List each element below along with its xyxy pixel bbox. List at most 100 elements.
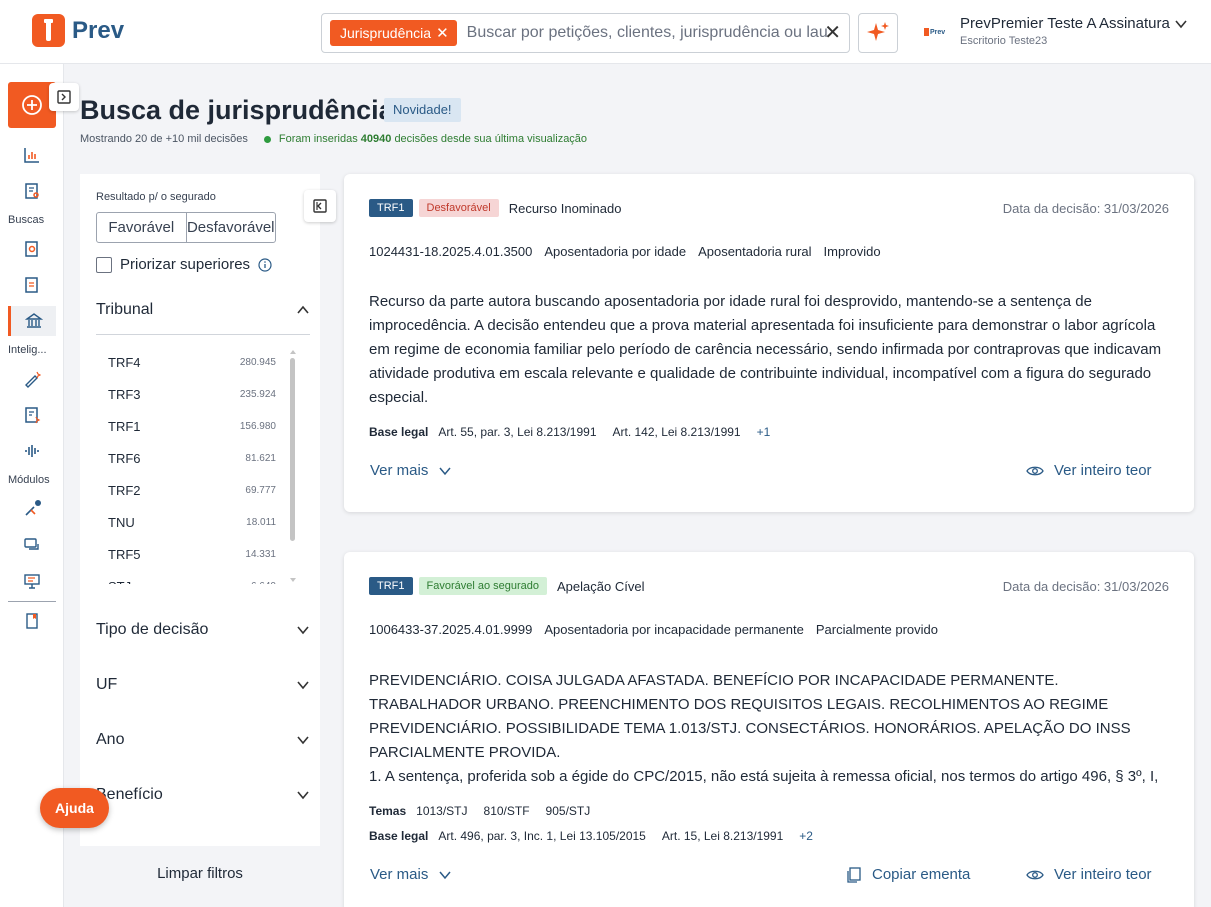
dashboard-icon[interactable] xyxy=(8,140,56,170)
chevron-down-icon xyxy=(297,791,309,800)
showing-count: Mostrando 20 de +10 mil decisões xyxy=(80,133,248,145)
checklist-doc-icon[interactable] xyxy=(8,270,56,300)
chevron-down-icon xyxy=(297,681,309,690)
remove-scope-icon[interactable]: ✕ xyxy=(436,24,449,42)
tribunal-option[interactable]: TRF4 280.945 xyxy=(108,346,276,378)
book-icon[interactable] xyxy=(8,606,56,636)
meta-tag: Aposentadoria por incapacidade permanent… xyxy=(544,622,804,637)
priorizar-superiores[interactable]: Priorizar superiores xyxy=(96,256,272,273)
jurisprudence-bank-icon[interactable] xyxy=(8,306,56,336)
legal-ref: Art. 496, par. 3, Inc. 1, Lei 13.105/201… xyxy=(438,829,646,843)
chevron-down-icon xyxy=(439,871,451,879)
ver-inteiro-teor-button[interactable]: Ver inteiro teor xyxy=(1016,866,1152,883)
more-refs-link[interactable]: +1 xyxy=(757,425,771,439)
info-icon[interactable] xyxy=(258,257,272,272)
tribunal-option[interactable]: TRF2 69.777 xyxy=(108,474,276,506)
chevron-down-icon xyxy=(297,736,309,745)
ver-mais-button[interactable]: Ver mais xyxy=(370,866,462,883)
beneficio-filter[interactable]: Benefício xyxy=(96,780,310,810)
section-label-modulos: Módulos xyxy=(8,474,50,486)
pen-sparkle-icon[interactable] xyxy=(8,364,56,394)
tribunal-name: TRF3 xyxy=(108,386,141,402)
tribunal-option[interactable]: STJ 6.640 xyxy=(108,570,276,585)
tribunal-filter-header[interactable]: Tribunal xyxy=(96,295,310,325)
collapse-left-icon xyxy=(313,199,327,213)
filters-panel: Resultado p/ o segurado Favorável Desfav… xyxy=(80,174,320,846)
base-legal-row: Base legal Art. 496, par. 3, Inc. 1, Lei… xyxy=(369,829,813,843)
meta-tag: Parcialmente provido xyxy=(815,622,938,637)
ano-filter[interactable]: Ano xyxy=(96,725,310,755)
desfavoravel-option[interactable]: Desfavorável xyxy=(185,213,276,242)
scroll-thumb[interactable] xyxy=(290,358,295,541)
new-decisions-notice: Foram inseridas 40940 decisões desde sua… xyxy=(278,133,588,145)
meta-tag: Aposentadoria por idade xyxy=(544,244,687,259)
tribunal-name: TRF6 xyxy=(108,450,141,466)
decision-type: Recurso Inominado xyxy=(508,200,622,216)
tribunal-count: 14.331 xyxy=(245,548,276,560)
ai-assistant-button[interactable] xyxy=(858,13,898,53)
new-badge: Novidade! xyxy=(384,98,461,122)
tipo-decisao-filter[interactable]: Tipo de decisão xyxy=(96,615,310,645)
more-refs-link[interactable]: +2 xyxy=(799,829,813,843)
chevron-down-icon xyxy=(439,467,451,475)
presentation-icon[interactable] xyxy=(8,566,56,596)
tema-ref: 1013/STJ xyxy=(416,804,468,818)
tribunal-option[interactable]: TRF5 14.331 xyxy=(108,538,276,570)
status-dot xyxy=(263,135,271,143)
tema-ref: 810/STF xyxy=(483,804,530,818)
help-button[interactable]: Ajuda xyxy=(40,788,109,828)
search-docs-icon[interactable] xyxy=(8,234,56,264)
tribunal-count: 69.777 xyxy=(245,484,276,496)
process-number: 1006433-37.2025.4.01.9999 xyxy=(369,622,533,637)
copy-icon xyxy=(847,866,861,883)
chat-icon[interactable] xyxy=(8,530,56,560)
eye-icon xyxy=(1026,466,1044,475)
ver-mais-button[interactable]: Ver mais xyxy=(370,462,462,479)
priorizar-checkbox[interactable] xyxy=(96,256,112,273)
tribunal-list: TRF4 280.945 TRF3 235.924 TRF1 156.980 TRF6 81.… xyxy=(108,346,276,585)
account-name: PrevPremier Teste A Assinatura xyxy=(960,15,1170,32)
decision-type: Apelação Cível xyxy=(557,578,645,594)
copiar-ementa-button[interactable]: Copiar ementa xyxy=(836,866,970,883)
tribunal-option[interactable]: TRF6 81.621 xyxy=(108,442,276,474)
office-logo: Prev xyxy=(924,24,952,40)
decision-summary: PREVIDENCIÁRIO. COISA JULGADA AFASTADA. … xyxy=(369,669,1169,791)
chevron-down-icon[interactable] xyxy=(1174,17,1188,31)
tribunal-tag: TRF1 xyxy=(369,577,413,595)
tema-ref: 905/STJ xyxy=(545,804,591,818)
chevron-up-icon xyxy=(297,305,309,314)
tools-icon[interactable] xyxy=(8,494,56,524)
account-menu[interactable]: Prev PrevPremier Teste A Assinatura Escr… xyxy=(924,15,1187,47)
tribunal-count: 81.621 xyxy=(245,452,276,464)
audio-wave-icon[interactable] xyxy=(8,436,56,466)
search-scope-label: Jurisprudência xyxy=(340,25,432,41)
collapse-sidebar-button[interactable] xyxy=(49,83,79,111)
uf-filter[interactable]: UF xyxy=(96,670,310,700)
decision-meta: 1006433-37.2025.4.01.9999 Aposentadoria … xyxy=(369,622,950,637)
search-input[interactable] xyxy=(466,24,827,42)
eye-icon xyxy=(1026,870,1044,879)
decision-summary: Recurso da parte autora buscando aposent… xyxy=(369,293,1162,406)
legal-ref: Art. 142, Lei 8.213/1991 xyxy=(612,425,741,439)
tie-logo-icon xyxy=(32,14,65,47)
global-search[interactable]: Jurisprudência ✕ ✕ xyxy=(321,13,850,53)
clear-search-icon[interactable]: ✕ xyxy=(824,23,841,43)
clear-filters-button[interactable]: Limpar filtros xyxy=(80,865,320,882)
brand-logo[interactable]: Prev xyxy=(32,14,124,47)
tribunal-count: 18.011 xyxy=(246,516,276,528)
result-card: TRF1 Favorável ao segurado Apelação Cíve… xyxy=(344,552,1194,907)
outcome-tag: Favorável ao segurado xyxy=(418,577,548,595)
tribunal-option[interactable]: TNU 18.011 xyxy=(108,506,276,538)
favoravel-option[interactable]: Favorável xyxy=(97,213,186,242)
ver-inteiro-teor-button[interactable]: Ver inteiro teor xyxy=(1016,462,1152,479)
tribunal-option[interactable]: TRF1 156.980 xyxy=(108,410,276,442)
tribunal-scrollbar[interactable] xyxy=(289,348,297,584)
ai-document-icon[interactable] xyxy=(8,400,56,430)
tribunal-option[interactable]: TRF3 235.924 xyxy=(108,378,276,410)
sparkle-icon xyxy=(867,22,889,41)
collapse-filters-button[interactable] xyxy=(304,190,336,222)
result-filter-label: Resultado p/ o segurado xyxy=(96,191,216,203)
document-search-icon[interactable] xyxy=(8,176,56,206)
search-scope-chip[interactable]: Jurisprudência ✕ xyxy=(330,20,457,46)
tribunal-count: 156.980 xyxy=(239,420,276,432)
